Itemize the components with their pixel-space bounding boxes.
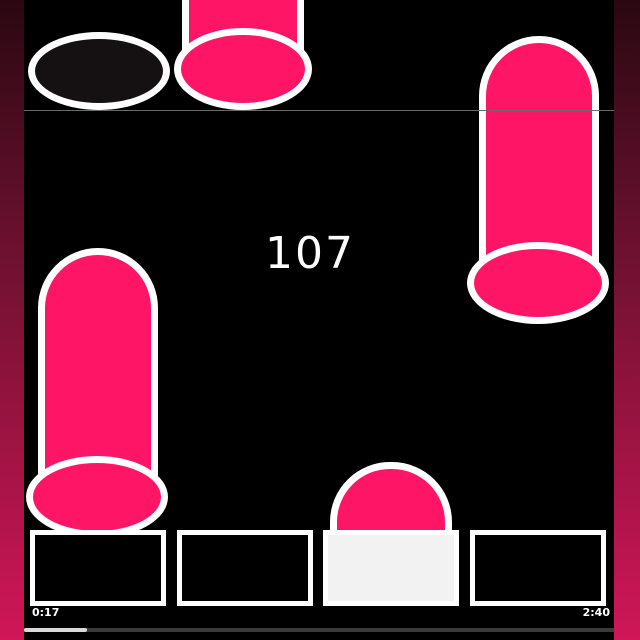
long-tile-cap-lane-4[interactable] <box>467 242 609 324</box>
time-elapsed: 0:17 <box>32 606 60 619</box>
song-progress-fill <box>24 628 87 632</box>
long-tile-cap-lane-2[interactable] <box>174 28 312 110</box>
missed-tile-cap-lane-1 <box>28 32 170 110</box>
lane-key-1[interactable] <box>30 530 166 606</box>
long-tile-cap-lane-1[interactable] <box>26 456 168 538</box>
judgement-line <box>24 110 614 111</box>
lane-key-4[interactable] <box>470 530 606 606</box>
song-progress-bar[interactable] <box>24 628 614 632</box>
score-counter: 107 <box>265 228 355 279</box>
left-edge-glow <box>0 0 26 640</box>
lane-key-3[interactable] <box>323 530 459 606</box>
lane-key-2[interactable] <box>177 530 313 606</box>
right-edge-glow <box>614 0 640 640</box>
time-total: 2:40 <box>582 606 610 619</box>
